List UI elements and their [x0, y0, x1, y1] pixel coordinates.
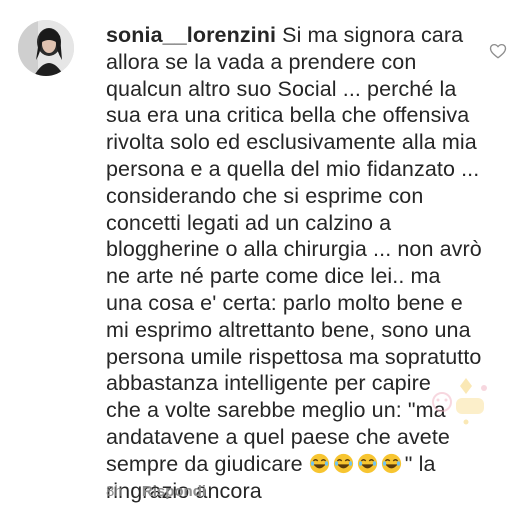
comment-line: sua era una critica bella che offensiva — [106, 103, 470, 128]
comment-footer: 8h Rispondi — [106, 483, 206, 500]
comment-line: considerando che si esprime con — [106, 183, 424, 208]
avatar[interactable] — [18, 20, 74, 76]
comment-line: " la — [404, 451, 436, 476]
comment-line: concetti legati ad un calzino a — [106, 210, 392, 235]
comment-username[interactable]: sonia__lorenzini — [106, 23, 276, 47]
comment-line: mi esprimo altrettanto bene, sono una — [106, 317, 471, 342]
comment-line: qualcun altro suo Social ... perché la — [106, 76, 457, 101]
laughing-emoji-icon — [357, 453, 377, 473]
comment-line: abbastanza intelligente per capire — [106, 371, 431, 396]
comment-line: persona umile rispettosa ma sopratutto — [106, 344, 482, 369]
comment-line: andatavene a quel paese che avete — [106, 424, 450, 449]
comment-timestamp: 8h — [106, 483, 123, 500]
reply-button[interactable]: Rispondi — [142, 483, 206, 500]
laughing-emoji-icon — [333, 453, 353, 473]
comment-line: bloggherine o alla chirurgia ... non avr… — [106, 237, 482, 262]
comment-line: persona e a quella del mio fidanzato ... — [106, 156, 480, 181]
emoji-row — [309, 452, 405, 476]
comment-text: sonia__lorenzini Si ma signora cara allo… — [106, 22, 498, 504]
comment-line: sempre da giudicare — [106, 451, 303, 476]
laughing-emoji-icon — [309, 453, 329, 473]
comment-line: rivolta solo ed esclusivamente alla mia — [106, 130, 477, 155]
avatar-photo — [18, 20, 74, 76]
comment-item: sonia__lorenzini Si ma signora cara allo… — [0, 0, 526, 514]
comment-line: ne arte né parte come dice lei.. ma — [106, 264, 441, 289]
laughing-emoji-icon — [381, 453, 401, 473]
sticker-watermark-icon — [432, 378, 487, 425]
comment-line: che a volte sarebbe meglio un: "ma — [106, 398, 446, 423]
comment-line: allora se la vada a prendere con — [106, 49, 417, 74]
heart-outline-icon[interactable] — [489, 42, 507, 60]
comment-line: una cosa e' certa: parlo molto bene e — [106, 290, 463, 315]
comment-line: Si ma signora cara — [282, 23, 464, 47]
